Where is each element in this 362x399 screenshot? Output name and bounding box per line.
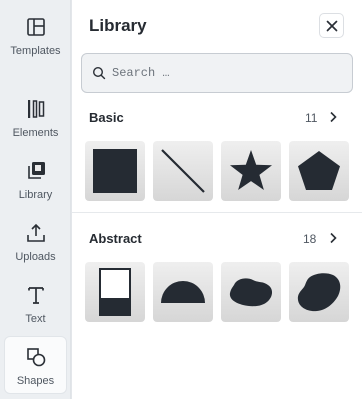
search-box	[81, 53, 353, 93]
search-icon	[92, 66, 106, 80]
blob-shape-2-icon	[297, 273, 341, 312]
shape-tile-half-circle[interactable]	[153, 262, 213, 322]
sidebar-label-templates: Templates	[10, 45, 61, 57]
section-title-basic: Basic	[89, 110, 124, 125]
chevron-right-icon[interactable]	[326, 231, 340, 245]
sidebar-label-text: Text	[25, 313, 46, 325]
pentagon-shape-icon	[298, 151, 340, 190]
shape-tile-partial-rect[interactable]	[85, 262, 145, 322]
text-icon	[27, 287, 44, 304]
blob-shape-icon	[229, 278, 273, 307]
section-divider	[72, 212, 362, 213]
close-button[interactable]	[319, 13, 344, 38]
section-count-basic: 11	[305, 111, 318, 125]
sidebar-item-templates[interactable]: Templates	[4, 13, 67, 69]
shape-tile-line[interactable]	[153, 141, 213, 201]
square-shape-icon	[93, 149, 137, 193]
half-circle-shape-icon	[161, 281, 205, 303]
section-count-abstract: 18	[303, 232, 317, 246]
library-icon	[27, 162, 45, 179]
search-input[interactable]	[112, 66, 332, 80]
shape-tile-pentagon[interactable]	[289, 141, 349, 201]
line-shape-icon	[161, 149, 205, 193]
shape-tile-square[interactable]	[85, 141, 145, 201]
sidebar-label-uploads: Uploads	[15, 251, 56, 263]
sidebar: Templates Elements Library Uploads Text	[0, 0, 71, 399]
sidebar-item-text[interactable]: Text	[4, 281, 67, 337]
star-shape-icon	[230, 150, 272, 190]
elements-icon	[27, 100, 44, 118]
shape-tile-blob[interactable]	[221, 262, 281, 322]
chevron-right-icon[interactable]	[326, 110, 340, 124]
upload-icon	[26, 223, 45, 242]
sidebar-label-elements: Elements	[12, 127, 59, 139]
templates-icon	[26, 18, 45, 36]
sidebar-item-uploads[interactable]: Uploads	[4, 219, 67, 275]
sidebar-item-shapes[interactable]: Shapes	[4, 336, 67, 394]
shape-tile-blob-2[interactable]	[289, 262, 349, 322]
section-title-abstract: Abstract	[89, 231, 142, 246]
panel-title: Library	[89, 16, 147, 35]
sidebar-label-shapes: Shapes	[16, 375, 55, 387]
partial-rect-shape-icon	[99, 268, 131, 316]
shape-tile-star[interactable]	[221, 141, 281, 201]
close-icon	[326, 20, 337, 31]
sidebar-label-library: Library	[18, 189, 53, 201]
shapes-icon	[26, 348, 45, 367]
library-panel: Library Basic 11 Ab	[71, 0, 362, 399]
sidebar-item-elements[interactable]: Elements	[4, 95, 67, 151]
sidebar-item-library[interactable]: Library	[4, 157, 67, 213]
